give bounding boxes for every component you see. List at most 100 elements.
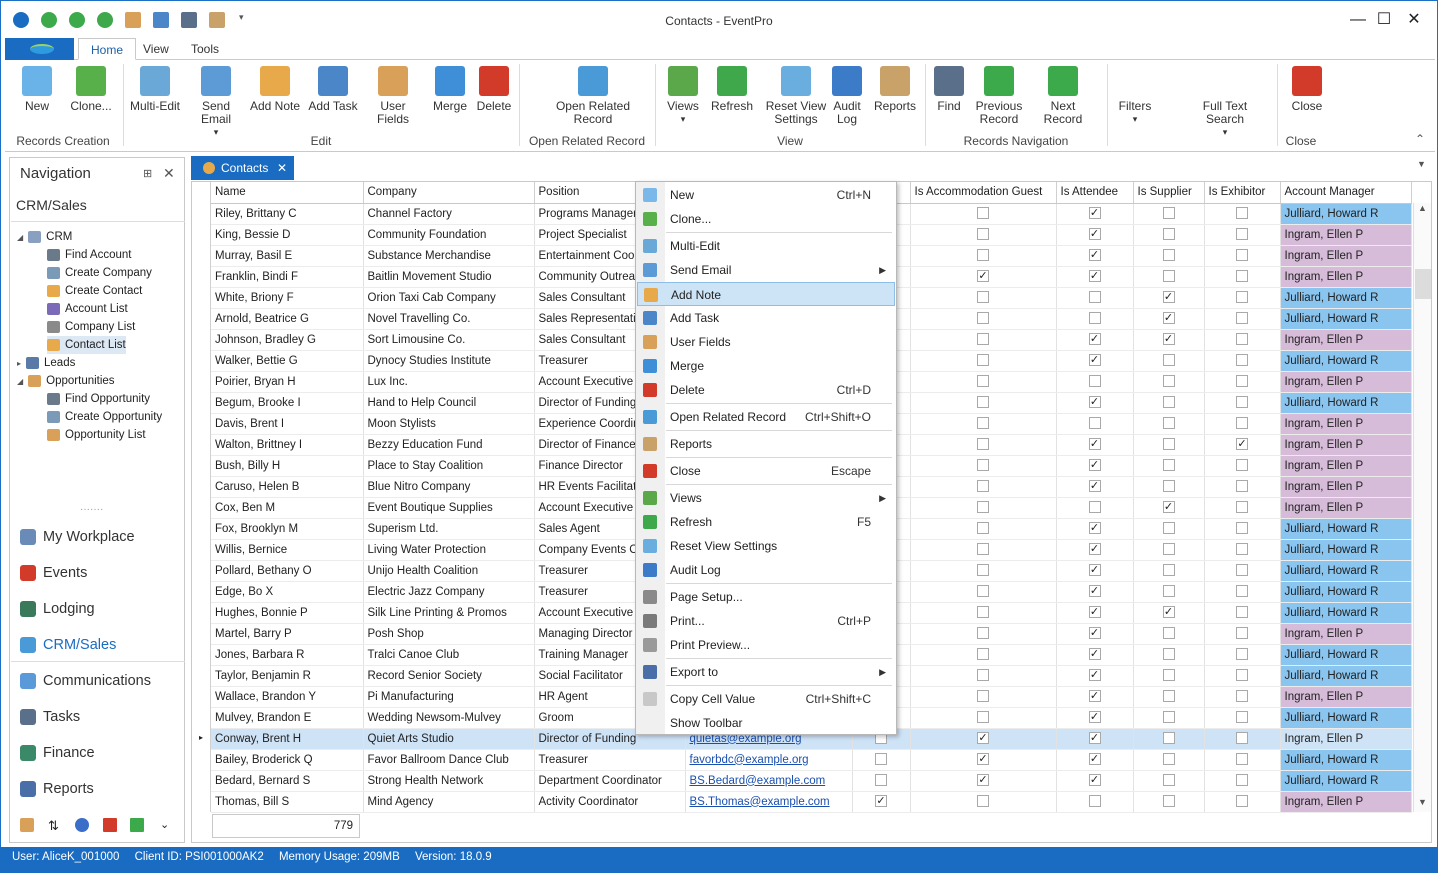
checkbox[interactable]: ✓ — [1088, 774, 1101, 787]
add-task-button[interactable]: Add Task — [307, 66, 359, 132]
checkbox-cell[interactable] — [1133, 791, 1205, 813]
checkbox[interactable]: ✓ — [1088, 480, 1101, 493]
checkbox[interactable] — [1236, 669, 1248, 682]
checkbox[interactable] — [977, 438, 989, 451]
checkbox[interactable]: ✓ — [977, 270, 989, 283]
checkbox-cell[interactable] — [1133, 455, 1205, 477]
menu-item-audit-log[interactable]: Audit Log — [637, 558, 895, 582]
checkbox-cell[interactable] — [1204, 686, 1281, 708]
checkbox-cell[interactable] — [1133, 518, 1205, 540]
checkbox[interactable]: ✓ — [1162, 312, 1175, 325]
account-manager-cell[interactable]: Ingram, Ellen P — [1280, 329, 1412, 351]
nav-item[interactable]: Events — [20, 561, 87, 585]
checkbox-cell[interactable] — [1133, 392, 1205, 414]
find-button[interactable]: Find — [931, 66, 967, 132]
menu-item-multi-edit[interactable]: Multi-Edit — [637, 234, 895, 258]
account-manager-cell[interactable]: Julliard, Howard R — [1280, 560, 1412, 582]
checkbox-cell[interactable] — [1133, 266, 1205, 288]
table-cell[interactable]: Bailey, Broderick Q — [211, 749, 364, 771]
checkbox-cell[interactable] — [910, 707, 1057, 729]
checkbox[interactable] — [1236, 459, 1248, 472]
application-menu-button[interactable] — [5, 38, 74, 60]
collapse-ribbon-icon[interactable]: ⌃ — [1415, 132, 1425, 146]
checkbox[interactable] — [1162, 480, 1175, 493]
account-manager-cell[interactable]: Ingram, Ellen P — [1280, 434, 1412, 456]
checkbox[interactable] — [977, 312, 989, 325]
checkbox[interactable] — [1236, 543, 1248, 556]
new-button[interactable]: New — [13, 66, 61, 132]
checkbox-cell[interactable] — [1133, 560, 1205, 582]
checkbox-cell[interactable] — [1133, 581, 1205, 603]
table-cell[interactable]: Wedding Newsom-Mulvey — [363, 707, 535, 729]
checkbox-cell[interactable] — [1204, 770, 1281, 792]
checkbox[interactable] — [977, 606, 989, 619]
checkbox-cell[interactable] — [910, 623, 1057, 645]
checkbox-cell[interactable]: ✓ — [910, 266, 1057, 288]
email-link[interactable]: favorbdc@example.org — [690, 754, 809, 766]
table-row[interactable]: Bedard, Bernard S Strong Health Network De… — [211, 770, 1412, 792]
checkbox-cell[interactable] — [910, 392, 1057, 414]
checkbox-cell[interactable] — [1056, 287, 1134, 309]
checkbox-cell[interactable] — [1133, 539, 1205, 561]
tree-item[interactable]: Create Opportunity — [47, 408, 162, 426]
checkbox[interactable] — [977, 459, 989, 472]
checkbox[interactable] — [1236, 375, 1248, 388]
checkbox[interactable] — [977, 354, 989, 367]
checkbox-cell[interactable] — [910, 287, 1057, 309]
checkbox-cell[interactable] — [910, 686, 1057, 708]
checkbox-cell[interactable] — [1204, 413, 1281, 435]
column-header[interactable]: Is Exhibitor — [1204, 182, 1281, 204]
checkbox-cell[interactable]: ✓ — [1056, 707, 1134, 729]
checkbox[interactable] — [1236, 270, 1248, 283]
nav-item[interactable]: Finance — [20, 741, 95, 765]
next-record-button[interactable]: Next Record — [1031, 66, 1095, 132]
tree-item[interactable]: ◢ CRM — [17, 228, 72, 246]
table-cell[interactable]: Wallace, Brandon Y — [211, 686, 364, 708]
checkbox-cell[interactable] — [1133, 686, 1205, 708]
checkbox[interactable] — [977, 501, 989, 514]
checkbox[interactable] — [977, 711, 989, 724]
checkbox[interactable] — [1162, 543, 1175, 556]
nav-item[interactable]: Reports — [20, 777, 94, 801]
checkbox[interactable]: ✓ — [1088, 522, 1101, 535]
checkbox[interactable]: ✓ — [1088, 732, 1101, 745]
checkbox[interactable] — [1162, 690, 1175, 703]
account-manager-cell[interactable]: Ingram, Ellen P — [1280, 791, 1412, 813]
nav-item[interactable]: Tasks — [20, 705, 80, 729]
table-cell[interactable]: Department Coordinator — [534, 770, 686, 792]
tree-item[interactable]: Create Contact — [47, 282, 142, 300]
menu-item-merge[interactable]: Merge — [637, 354, 895, 378]
nav-item[interactable]: CRM/Sales — [20, 633, 116, 657]
checkbox[interactable]: ✓ — [1088, 711, 1101, 724]
checkbox-cell[interactable]: ✓ — [1056, 476, 1134, 498]
tree-item[interactable]: Company List — [47, 318, 135, 336]
checkbox-cell[interactable] — [910, 602, 1057, 624]
table-cell[interactable]: Channel Factory — [363, 203, 535, 225]
checkbox[interactable]: ✓ — [1162, 606, 1175, 619]
checkbox-cell[interactable] — [1204, 455, 1281, 477]
account-manager-cell[interactable]: Julliard, Howard R — [1280, 203, 1412, 225]
checkbox[interactable] — [1162, 522, 1175, 535]
checkbox-cell[interactable] — [910, 329, 1057, 351]
checkbox[interactable] — [977, 249, 989, 262]
checkbox[interactable] — [1162, 627, 1175, 640]
checkbox-cell[interactable]: ✓ — [1056, 623, 1134, 645]
checkbox[interactable] — [1236, 480, 1248, 493]
account-manager-cell[interactable]: Ingram, Ellen P — [1280, 686, 1412, 708]
checkbox[interactable] — [1236, 417, 1248, 430]
checkbox-cell[interactable] — [852, 749, 911, 771]
tab-tools[interactable]: Tools — [179, 38, 231, 60]
checkbox-cell[interactable]: ✓ — [910, 749, 1057, 771]
table-cell[interactable]: Record Senior Society — [363, 665, 535, 687]
checkbox[interactable] — [1162, 375, 1175, 388]
scroll-down-icon[interactable]: ▼ — [1418, 797, 1427, 807]
checkbox[interactable]: ✓ — [977, 753, 989, 766]
checkbox[interactable] — [1236, 228, 1248, 241]
checkbox-cell[interactable]: ✓ — [1056, 518, 1134, 540]
table-cell[interactable]: Superism Ltd. — [363, 518, 535, 540]
table-cell[interactable]: Posh Shop — [363, 623, 535, 645]
checkbox-cell[interactable] — [1204, 644, 1281, 666]
checkbox-cell[interactable]: ✓ — [1133, 329, 1205, 351]
expand-icon[interactable]: ◢ — [17, 233, 23, 242]
checkbox[interactable] — [1162, 564, 1175, 577]
